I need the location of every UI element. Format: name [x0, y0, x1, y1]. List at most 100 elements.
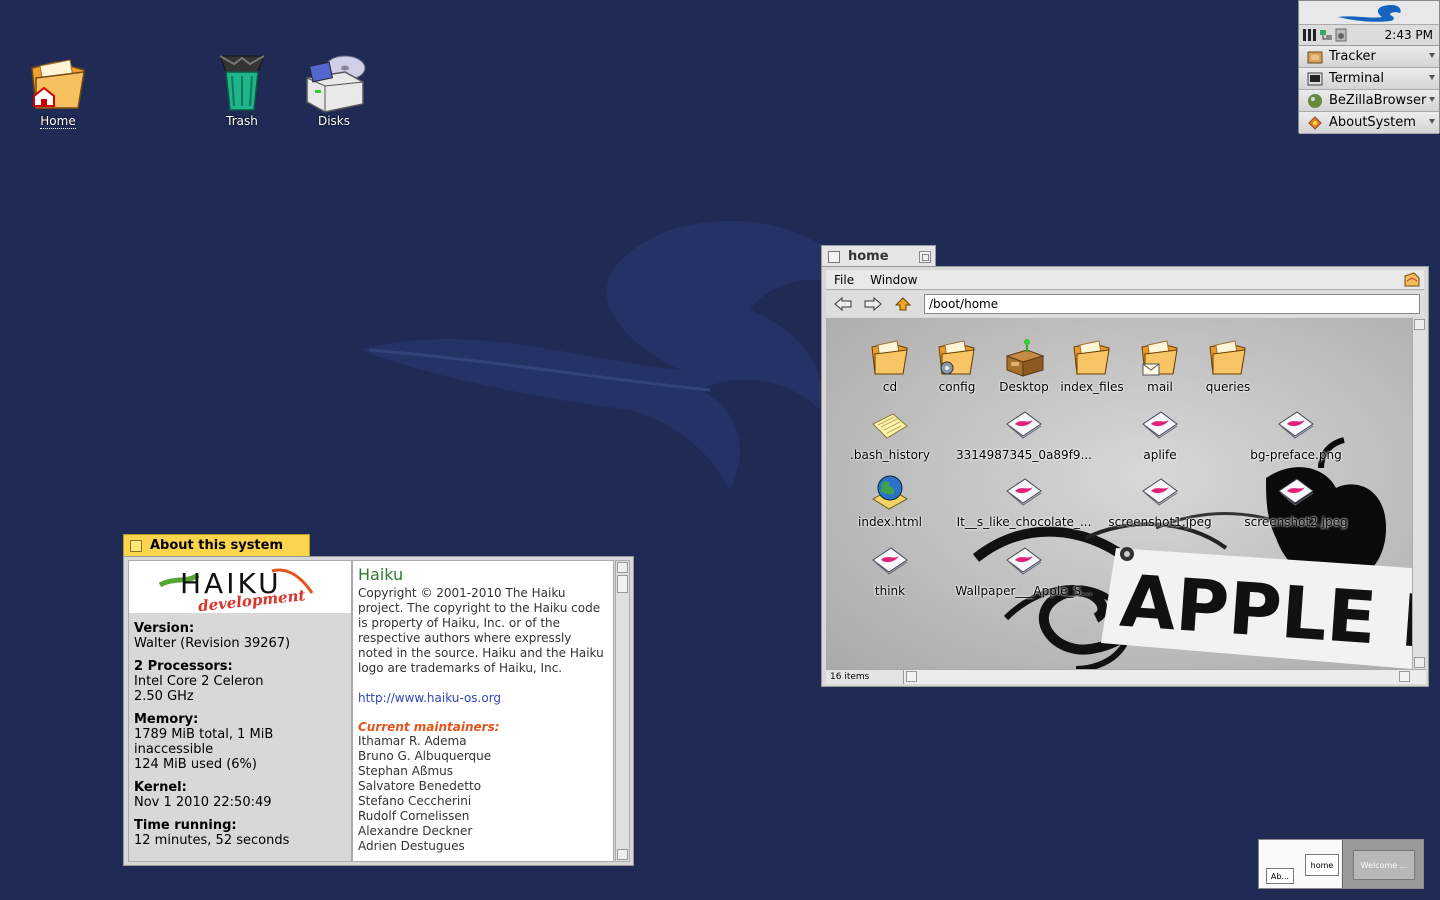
- maintainers-heading: Current maintainers:: [358, 720, 500, 734]
- wallpaper-text: APPLE LI: [1118, 559, 1412, 667]
- globe-icon: [826, 473, 960, 513]
- info-label: Kernel:: [134, 780, 187, 795]
- file-icon[interactable]: index.html: [826, 473, 960, 529]
- maintainer-name: Stephan Aßmus: [358, 764, 454, 778]
- info-value: Intel Core 2 Celeron: [134, 674, 264, 689]
- menubar: File Window: [826, 270, 1424, 290]
- credits-view[interactable]: Haiku Copyright © 2001-2010 The Haiku pr…: [352, 560, 614, 862]
- window-title: About this system: [150, 538, 284, 553]
- deskbar-item-label: Terminal: [1329, 71, 1384, 86]
- info-value: 1789 MiB total, 1 MiB inaccessible: [134, 727, 274, 757]
- file-icon[interactable]: .bash_history: [826, 406, 960, 462]
- scroll-thumb[interactable]: [617, 575, 628, 593]
- forward-button[interactable]: [860, 294, 886, 314]
- menu-window[interactable]: Window: [862, 273, 925, 287]
- desktop-icon-label: Trash: [226, 114, 258, 128]
- desktop-icon-disks[interactable]: Disks: [289, 52, 379, 128]
- deskbar-item-terminal[interactable]: Terminal: [1299, 68, 1439, 90]
- chevron-down-icon[interactable]: [1429, 53, 1435, 58]
- image-icon: [954, 473, 1094, 513]
- vertical-scrollbar[interactable]: [615, 560, 630, 862]
- trash-icon: [219, 55, 265, 111]
- bezilla-icon: [1308, 93, 1322, 108]
- up-button[interactable]: [890, 294, 916, 314]
- deskbar-item-aboutsystem[interactable]: AboutSystem: [1299, 112, 1439, 134]
- close-icon[interactable]: [130, 539, 142, 552]
- info-block: Version: Walter (Revision 39267): [129, 621, 351, 651]
- workspace-window[interactable]: Welcome ...: [1353, 850, 1415, 880]
- info-value: Nov 1 2010 22:50:49: [134, 795, 272, 810]
- tracker-status-icon[interactable]: [1404, 271, 1420, 288]
- file-icon[interactable]: bg-preface.png: [1226, 406, 1366, 462]
- zoom-icon[interactable]: [919, 250, 931, 263]
- network-icon[interactable]: [1319, 28, 1333, 42]
- cpu-monitor-icon[interactable]: [1303, 28, 1317, 42]
- haiku-leaf-icon: [1338, 4, 1401, 22]
- file-icon-label: screenshot2.jpeg: [1244, 515, 1348, 529]
- home-window: File Window /boot/home APPLE cd config D…: [821, 266, 1429, 687]
- maintainer-name: Bruno G. Albuquerque: [358, 749, 492, 763]
- maintainer-name: Rudolf Cornelissen: [358, 809, 470, 823]
- file-icon[interactable]: aplife: [1090, 406, 1230, 462]
- back-button[interactable]: [830, 294, 856, 314]
- info-value: 12 minutes, 52 seconds: [134, 833, 290, 848]
- path-input[interactable]: [924, 294, 1420, 314]
- scroll-up-button[interactable]: [617, 562, 628, 573]
- file-icon-label: think: [874, 584, 906, 598]
- scroll-left-button[interactable]: [906, 671, 917, 682]
- desktop-icon-home[interactable]: Home: [13, 54, 103, 129]
- deskbar-menu-button[interactable]: [1299, 1, 1439, 25]
- file-view[interactable]: APPLE LI cdconfigDesktopindex_filesmailq…: [826, 318, 1412, 669]
- image-icon: [826, 542, 960, 582]
- navigator-bar: [826, 291, 1424, 317]
- desktop-icon-trash[interactable]: Trash: [197, 50, 287, 128]
- workspaces-applet[interactable]: Ab... home Welcome ...: [1258, 839, 1424, 889]
- file-icon[interactable]: 3314987345_0a89f9...: [954, 406, 1094, 462]
- info-value: 2.50 GHz: [134, 689, 194, 704]
- workspace-window[interactable]: home: [1305, 854, 1339, 876]
- info-block: Time running: 12 minutes, 52 seconds: [129, 818, 351, 848]
- file-icon[interactable]: It__s_like_chocolate_...: [954, 473, 1094, 529]
- about-system-icon: [1308, 115, 1322, 130]
- file-icon[interactable]: Wallpaper___Apple_S...: [954, 542, 1094, 598]
- about-window-tab[interactable]: About this system: [123, 534, 310, 556]
- deskbar-item-tracker[interactable]: Tracker: [1299, 46, 1439, 68]
- scroll-down-button[interactable]: [1414, 657, 1425, 668]
- maintainer-name: Stefano Ceccherini: [358, 794, 472, 808]
- home-window-tab[interactable]: home: [821, 245, 936, 267]
- maintainer-name: Ithamar R. Adema: [358, 734, 467, 748]
- chevron-down-icon[interactable]: [1429, 97, 1435, 102]
- workspace-window[interactable]: Ab...: [1266, 868, 1294, 884]
- vertical-scrollbar[interactable]: [1412, 318, 1426, 669]
- text-icon: [826, 406, 960, 446]
- deskbar: 2:43 PM Tracker Terminal BeZillaBrowser …: [1298, 0, 1440, 134]
- file-icon[interactable]: screenshot1.jpeg: [1090, 473, 1230, 529]
- file-icon-label: 3314987345_0a89f9...: [956, 448, 1092, 462]
- file-icon[interactable]: think: [826, 542, 960, 598]
- menu-file[interactable]: File: [826, 273, 862, 287]
- file-icon-label: index.html: [858, 515, 922, 529]
- deskbar-tray: 2:43 PM: [1299, 25, 1439, 46]
- maintainer-name: Alexandre Deckner: [358, 824, 473, 838]
- info-label: Time running:: [134, 818, 237, 833]
- workspace-1[interactable]: Ab... home: [1259, 840, 1341, 888]
- horizontal-scrollbar[interactable]: [904, 670, 1426, 684]
- scroll-up-button[interactable]: [1414, 319, 1425, 330]
- folder-icon: [1158, 338, 1298, 378]
- file-icon-label: bg-preface.png: [1250, 448, 1342, 462]
- deskbar-item-bezillabrowser[interactable]: BeZillaBrowser: [1299, 90, 1439, 112]
- chevron-down-icon[interactable]: [1429, 75, 1435, 80]
- file-icon[interactable]: screenshot2.jpeg: [1226, 473, 1366, 529]
- website-link[interactable]: http://www.haiku-os.org: [358, 691, 608, 705]
- file-icon-label: queries: [1205, 380, 1251, 394]
- scroll-down-button[interactable]: [617, 849, 628, 860]
- scroll-right-button[interactable]: [1399, 671, 1410, 682]
- file-icon[interactable]: queries: [1158, 338, 1298, 394]
- media-icon[interactable]: [1335, 28, 1347, 42]
- window-title: home: [848, 249, 889, 264]
- workspace-2[interactable]: Welcome ...: [1342, 840, 1423, 888]
- deskbar-item-label: Tracker: [1329, 49, 1376, 64]
- deskbar-clock[interactable]: 2:43 PM: [1385, 28, 1433, 42]
- chevron-down-icon[interactable]: [1429, 119, 1435, 124]
- close-icon[interactable]: [828, 250, 840, 263]
